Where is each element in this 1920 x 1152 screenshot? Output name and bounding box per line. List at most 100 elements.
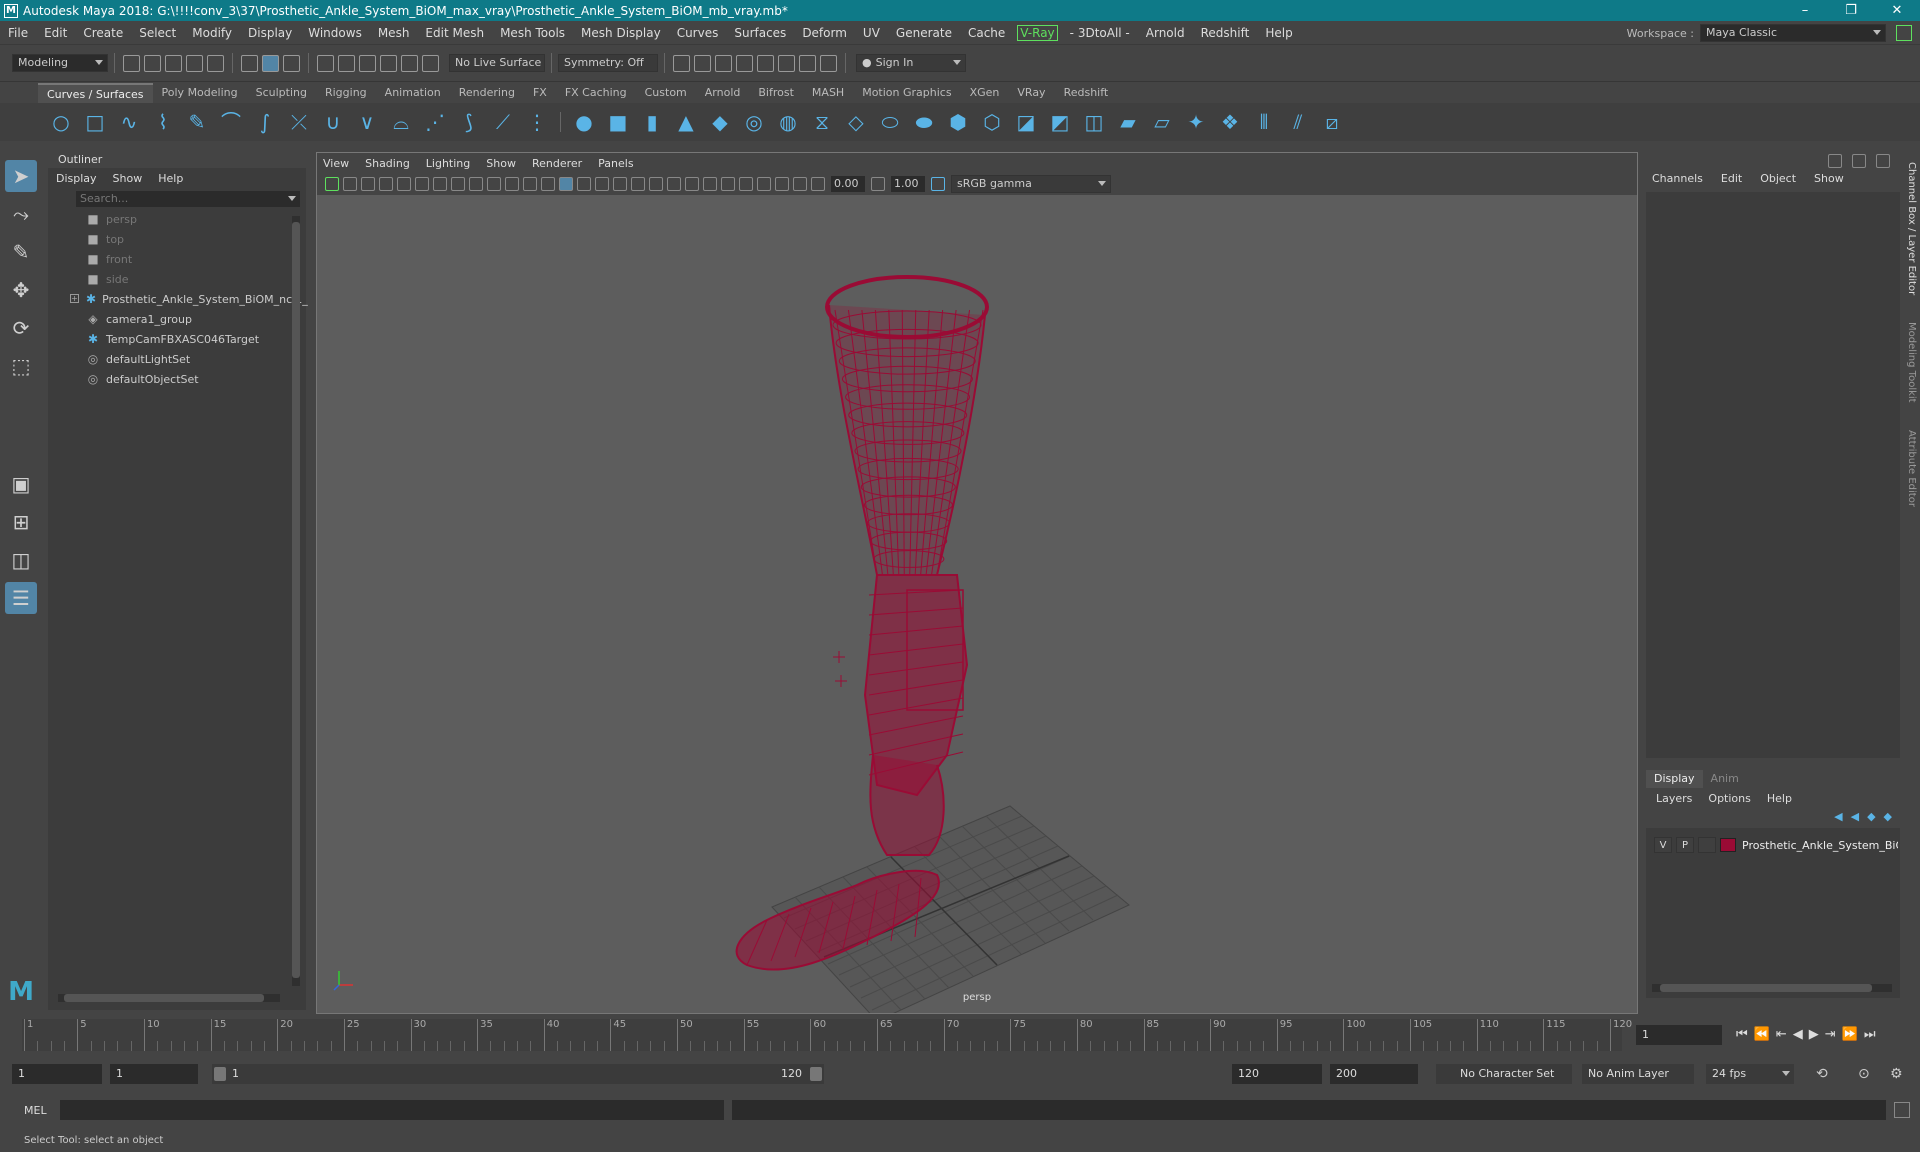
fillet-curve-icon[interactable]: ⟆ [457, 110, 481, 134]
trim-tool-icon[interactable]: ◩ [1048, 110, 1072, 134]
pencil-curve-icon[interactable]: ✎ [185, 110, 209, 134]
channel-box-icon[interactable] [1828, 154, 1842, 168]
viewport-menu-panels[interactable]: Panels [598, 157, 633, 170]
stitch-icon[interactable]: ▰ [1116, 110, 1140, 134]
menu-redshift[interactable]: Redshift [1193, 26, 1258, 40]
snap-surface-icon[interactable] [401, 54, 418, 72]
channels-menu-show[interactable]: Show [1814, 172, 1844, 185]
outliner-item[interactable]: ◎ defaultObjectSet [48, 369, 306, 389]
outliner-menu-show[interactable]: Show [113, 172, 143, 185]
viewport-menu-lighting[interactable]: Lighting [426, 157, 470, 170]
paint-select-tool-icon[interactable]: ✎ [5, 236, 37, 268]
loop-icon[interactable]: ⟲ [1816, 1066, 1828, 1082]
layer-horizontal-scrollbar[interactable] [1652, 984, 1892, 992]
menu-file[interactable]: File [0, 26, 36, 40]
select-camera-icon[interactable] [325, 177, 339, 191]
range-bar[interactable]: 1 120 [212, 1064, 824, 1084]
surface-fillet-icon[interactable]: ▱ [1150, 110, 1174, 134]
shelf-tab-redshift[interactable]: Redshift [1055, 83, 1118, 103]
cv-curve-icon[interactable]: ∿ [117, 110, 141, 134]
play-backwards-icon[interactable]: ◀ [1793, 1027, 1803, 1042]
wireframe-on-shaded-icon[interactable] [613, 177, 627, 191]
untrim-icon[interactable]: ◫ [1082, 110, 1106, 134]
textured-icon[interactable] [631, 177, 645, 191]
snap-grid-icon[interactable] [317, 54, 334, 72]
four-view-icon[interactable]: ⊞ [5, 506, 37, 538]
loft-icon[interactable]: ⧖ [810, 110, 834, 134]
outliner-item[interactable]: ■ top [48, 229, 306, 249]
shelf-tab-rigging[interactable]: Rigging [316, 83, 376, 103]
channels-menu-object[interactable]: Object [1760, 172, 1796, 185]
menu-windows[interactable]: Windows [300, 26, 370, 40]
curve-edit-icon[interactable]: ⤫ [287, 110, 311, 134]
select-object-icon[interactable] [262, 54, 279, 72]
two-view-icon[interactable]: ◫ [5, 544, 37, 576]
script-editor-icon[interactable] [1894, 1102, 1910, 1118]
sign-in-dropdown[interactable]: ● Sign In [856, 54, 966, 72]
shelf-tab-custom[interactable]: Custom [636, 83, 696, 103]
select-hierarchy-icon[interactable] [241, 54, 258, 72]
lasso-tool-icon[interactable]: ⤳ [5, 198, 37, 230]
shelf-tab-bifrost[interactable]: Bifrost [749, 83, 803, 103]
time-ruler[interactable]: 1 5 10 15 20 25 30 35 40 45 50 55 60 65 70 75 80 85 90 95 10… [22, 1019, 1632, 1051]
outliner-item[interactable]: + ✱ Prosthetic_Ankle_System_BiOM_ncl1_ [48, 289, 308, 309]
square-surface-icon[interactable]: ◪ [1014, 110, 1038, 134]
revolve-icon[interactable]: ◍ [776, 110, 800, 134]
menu-display[interactable]: Display [240, 26, 300, 40]
vray-render-icon[interactable] [778, 54, 795, 72]
outliner-item[interactable]: ✱ TempCamFBXASC046Target [48, 329, 306, 349]
shelf-tab-poly-modeling[interactable]: Poly Modeling [153, 83, 247, 103]
field-chart-icon[interactable] [505, 177, 519, 191]
attach-curves-icon[interactable]: ∪ [321, 110, 345, 134]
shelf-tab-motion-graphics[interactable]: Motion Graphics [853, 83, 960, 103]
scrollbar-thumb[interactable] [1660, 984, 1872, 992]
shelf-tab-mash[interactable]: MASH [803, 83, 853, 103]
character-set-dropdown[interactable]: No Character Set [1436, 1064, 1572, 1084]
layer-row[interactable]: V P Prosthetic_Ankle_System_BiOM [1646, 835, 1900, 855]
select-component-icon[interactable] [283, 54, 300, 72]
expand-icon[interactable]: + [70, 294, 79, 303]
nurbs-torus-icon[interactable]: ◎ [742, 110, 766, 134]
shelf-tab-animation[interactable]: Animation [376, 83, 450, 103]
shelf-tab-vray[interactable]: VRay [1008, 83, 1054, 103]
camera-attributes-icon[interactable] [343, 177, 357, 191]
maximize-button[interactable]: ❐ [1828, 0, 1874, 21]
outliner-search-input[interactable]: Search... [76, 191, 300, 207]
nurbs-circle-icon[interactable]: ○ [49, 110, 73, 134]
symmetry-dropdown[interactable]: Symmetry: Off [558, 54, 658, 72]
scene-end-field[interactable]: 200 [1330, 1064, 1418, 1084]
extrude-icon[interactable]: ⬭ [878, 110, 902, 134]
align-surface-icon[interactable]: ⫽ [1286, 110, 1310, 134]
side-tab-modeling-toolkit[interactable]: Modeling Toolkit [1906, 322, 1917, 403]
single-view-icon[interactable]: ▣ [5, 468, 37, 500]
menu-modify[interactable]: Modify [184, 26, 240, 40]
shelf-tab-fx[interactable]: FX [524, 83, 556, 103]
smooth-shade-icon[interactable] [577, 177, 591, 191]
lock-icon[interactable] [1896, 25, 1912, 41]
layer-visibility-toggle[interactable]: V [1654, 837, 1672, 853]
menu-edit[interactable]: Edit [36, 26, 75, 40]
live-surface-field[interactable]: No Live Surface [449, 54, 545, 72]
scene-view[interactable] [317, 195, 1637, 1013]
layer-tab-display[interactable]: Display [1646, 770, 1703, 788]
menu-curves[interactable]: Curves [669, 26, 727, 40]
open-scene-icon[interactable] [144, 54, 161, 72]
render-current-icon[interactable] [694, 54, 711, 72]
outliner-item[interactable]: ■ persp [48, 209, 306, 229]
mel-label[interactable]: MEL [24, 1104, 54, 1117]
shelf-tab-fx-caching[interactable]: FX Caching [556, 83, 636, 103]
current-frame-field[interactable]: 1 [1636, 1025, 1722, 1045]
shelf-tab-curves-surfaces[interactable]: Curves / Surfaces [38, 83, 153, 103]
viewport-menu-view[interactable]: View [323, 157, 349, 170]
tool-settings-icon[interactable] [1876, 154, 1890, 168]
outliner-item[interactable]: ◎ defaultLightSet [48, 349, 306, 369]
xray-icon[interactable] [775, 177, 789, 191]
menu-create[interactable]: Create [75, 26, 131, 40]
menu-help[interactable]: Help [1257, 26, 1300, 40]
project-curve-icon[interactable]: ⋮ [525, 110, 549, 134]
preferences-icon[interactable]: ⚙ [1890, 1066, 1903, 1082]
birail-icon[interactable]: ⬬ [912, 110, 936, 134]
depth-of-field-icon[interactable] [739, 177, 753, 191]
shadows-icon[interactable] [667, 177, 681, 191]
safe-title-icon[interactable] [541, 177, 555, 191]
